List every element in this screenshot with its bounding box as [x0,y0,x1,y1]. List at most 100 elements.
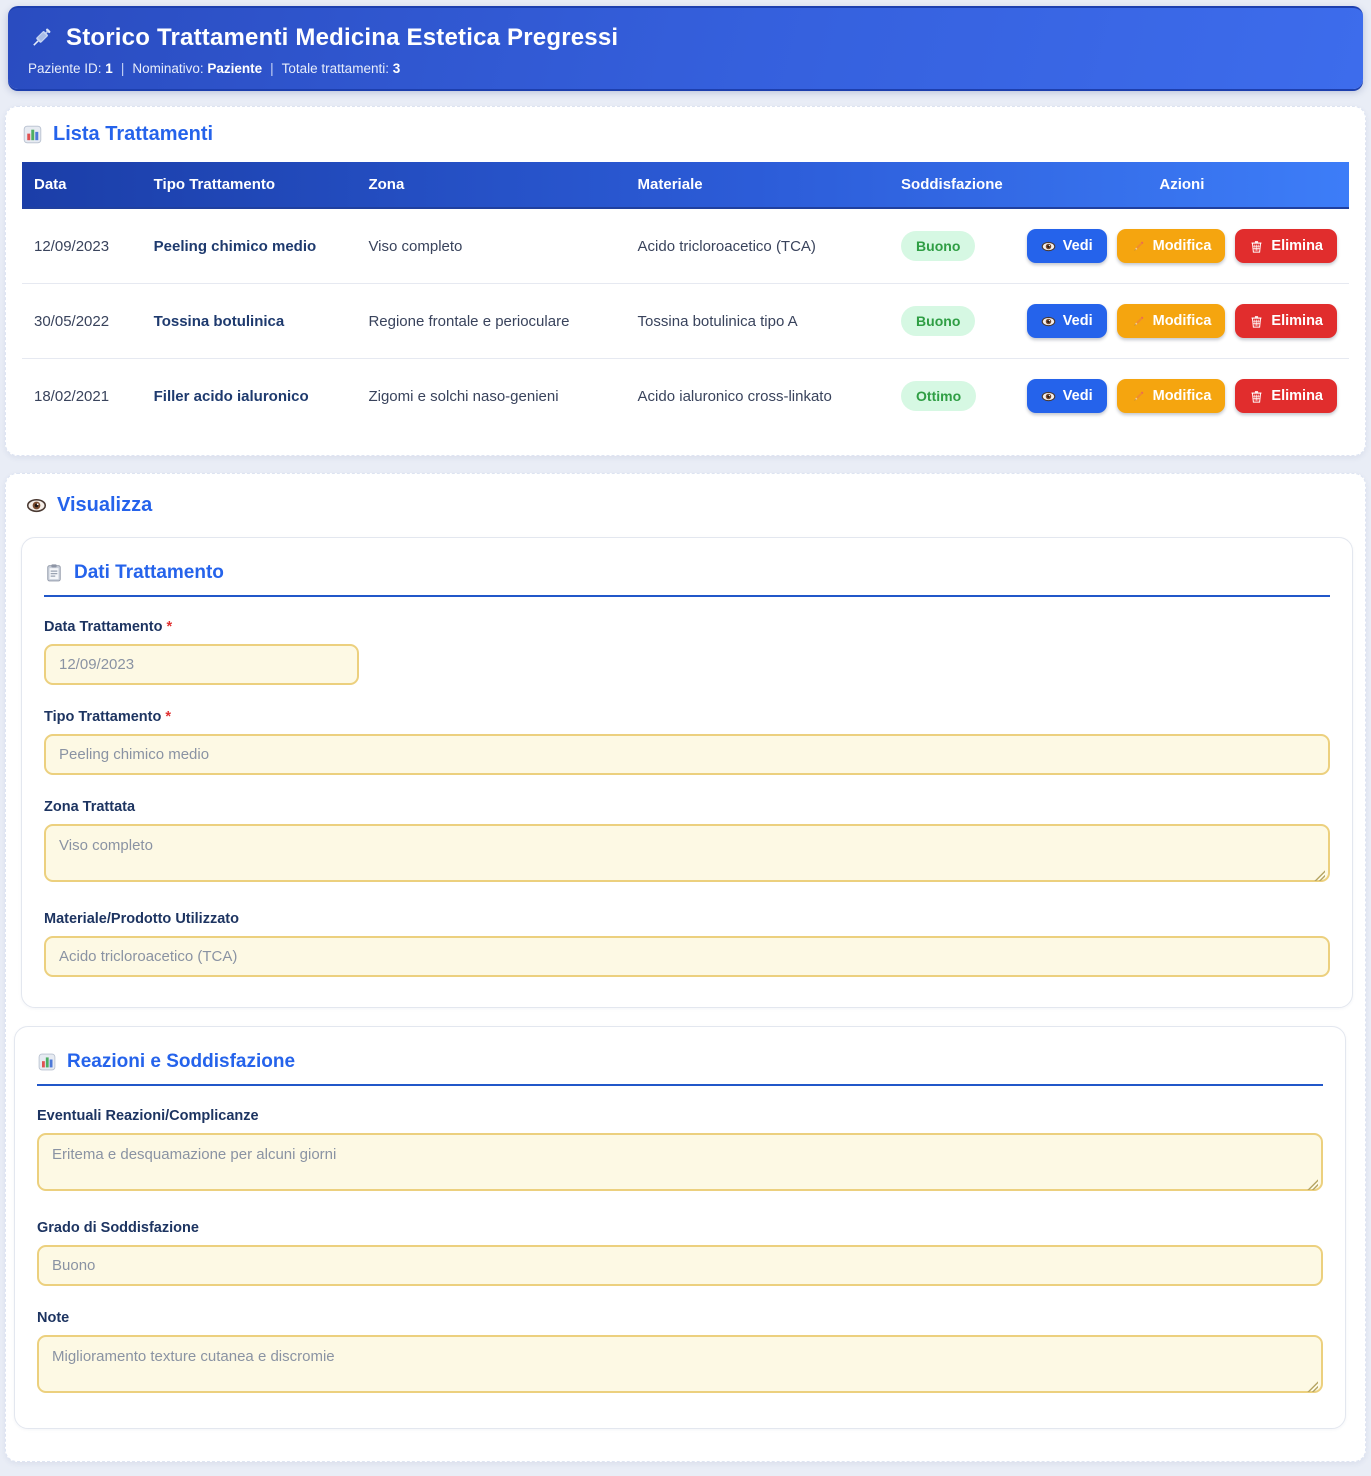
treatments-table: DataTipo TrattamentoZonaMaterialeSoddisf… [22,162,1349,433]
cell-soddisfazione: Ottimo [889,359,1015,434]
note-label: Note [37,1310,1323,1326]
delete-button[interactable]: Elimina [1235,379,1337,413]
view-button[interactable]: Vedi [1027,304,1107,338]
cell-data: 18/02/2021 [22,359,142,434]
cell-tipo-trattamento: Tossina botulinica [142,284,357,359]
required-asterisk: * [166,619,172,635]
column-header-tipo-trattamento: Tipo Trattamento [142,162,357,208]
field-materiale-prodotto: Materiale/Prodotto Utilizzato [44,911,1330,977]
cell-tipo-trattamento: Peeling chimico medio [142,208,357,284]
cell-zona: Regione frontale e perioculare [356,284,625,359]
field-zona-trattata: Zona Trattata Viso completo [44,799,1330,887]
meta-separator: | [270,61,274,76]
required-asterisk: * [165,709,171,725]
cell-soddisfazione: Buono [889,284,1015,359]
delete-button[interactable]: Elimina [1235,304,1337,338]
table-row: 18/02/2021 Filler acido ialuronico Zigom… [22,359,1349,434]
materiale-prodotto-label: Materiale/Prodotto Utilizzato [44,911,1330,927]
view-card: Visualizza Dati Trattamento Data Trattam… [5,473,1366,1462]
note-textarea[interactable]: Miglioramento texture cutanea e discromi… [37,1335,1323,1393]
view-section-title: Visualizza [6,494,1365,517]
pencil-icon [1131,389,1146,404]
cell-azioni: Vedi Modifica Elimina [1015,208,1349,284]
edit-button-label: Modifica [1153,388,1212,404]
field-reazioni-complicanze: Eventuali Reazioni/Complicanze Eritema e… [37,1108,1323,1196]
reazioni-complicanze-textarea[interactable]: Eritema e desquamazione per alcuni giorn… [37,1133,1323,1191]
edit-button-label: Modifica [1153,238,1212,254]
title-row: Storico Trattamenti Medicina Estetica Pr… [28,24,1343,52]
satisfaction-badge: Buono [901,306,975,336]
dati-trattamento-heading: Dati Trattamento [44,562,1330,597]
treatments-table-header: DataTipo TrattamentoZonaMaterialeSoddisf… [22,162,1349,208]
chart-icon [22,124,43,145]
field-tipo-trattamento: Tipo Trattamento * [44,709,1330,775]
app-header: Storico Trattamenti Medicina Estetica Pr… [8,6,1363,89]
cell-soddisfazione: Buono [889,208,1015,284]
cell-azioni: Vedi Modifica Elimina [1015,284,1349,359]
cell-materiale: Acido ialuronico cross-linkato [626,359,890,434]
zona-trattata-label: Zona Trattata [44,799,1330,815]
patient-info: Paziente ID: 1 | Nominativo: Paziente | Tota… [28,61,1343,76]
delete-button[interactable]: Elimina [1235,229,1337,263]
field-grado-soddisfazione: Grado di Soddisfazione [37,1220,1323,1286]
chart-icon [37,1052,57,1072]
satisfaction-badge: Buono [901,231,975,261]
patient-meta-item: Paziente ID: 1 [28,61,113,76]
table-row: 12/09/2023 Peeling chimico medio Viso co… [22,208,1349,284]
view-button[interactable]: Vedi [1027,229,1107,263]
reazioni-soddisfazione-heading: Reazioni e Soddisfazione [37,1051,1323,1086]
data-trattamento-input[interactable] [44,644,359,685]
materiale-prodotto-input[interactable] [44,936,1330,977]
view-button-label: Vedi [1063,388,1093,404]
view-button-label: Vedi [1063,238,1093,254]
trash-icon [1249,239,1264,254]
edit-button[interactable]: Modifica [1117,304,1226,338]
cell-azioni: Vedi Modifica Elimina [1015,359,1349,434]
pencil-icon [1131,239,1146,254]
view-section-label: Visualizza [57,494,152,517]
cell-data: 12/09/2023 [22,208,142,284]
reazioni-soddisfazione-card: Reazioni e Soddisfazione Eventuali Reazi… [14,1026,1346,1429]
page-title: Storico Trattamenti Medicina Estetica Pr… [66,24,618,52]
cell-materiale: Tossina botulinica tipo A [626,284,890,359]
cell-zona: Zigomi e solchi naso-genieni [356,359,625,434]
meta-separator: | [121,61,125,76]
reazioni-soddisfazione-title: Reazioni e Soddisfazione [67,1051,295,1073]
cell-tipo-trattamento: Filler acido ialuronico [142,359,357,434]
treatments-section-label: Lista Trattamenti [53,123,213,146]
patient-meta-item: Totale trattamenti: 3 [282,61,401,76]
cell-data: 30/05/2022 [22,284,142,359]
dati-trattamento-card: Dati Trattamento Data Trattamento * Tipo … [21,537,1353,1008]
tipo-trattamento-input[interactable] [44,734,1330,775]
trash-icon [1249,314,1264,329]
grado-soddisfazione-input[interactable] [37,1245,1323,1286]
delete-button-label: Elimina [1271,313,1323,329]
clipboard-icon [44,563,64,583]
eye-icon [1041,239,1056,254]
eye-icon [26,495,47,516]
satisfaction-badge: Ottimo [901,381,976,411]
column-header-zona: Zona [356,162,625,208]
column-header-soddisfazione: Soddisfazione [889,162,1015,208]
column-header-materiale: Materiale [626,162,890,208]
cell-zona: Viso completo [356,208,625,284]
grado-soddisfazione-label: Grado di Soddisfazione [37,1220,1323,1236]
edit-button[interactable]: Modifica [1117,379,1226,413]
trash-icon [1249,389,1264,404]
zona-trattata-textarea[interactable]: Viso completo [44,824,1330,882]
reazioni-complicanze-label: Eventuali Reazioni/Complicanze [37,1108,1323,1124]
view-button[interactable]: Vedi [1027,379,1107,413]
edit-button[interactable]: Modifica [1117,229,1226,263]
delete-button-label: Elimina [1271,238,1323,254]
field-note: Note Miglioramento texture cutanea e dis… [37,1310,1323,1398]
patient-meta-item: Nominativo: Paziente [132,61,262,76]
tipo-trattamento-label: Tipo Trattamento * [44,709,1330,725]
column-header-azioni: Azioni [1015,162,1349,208]
delete-button-label: Elimina [1271,388,1323,404]
table-row: 30/05/2022 Tossina botulinica Regione fr… [22,284,1349,359]
data-trattamento-label: Data Trattamento * [44,619,1330,635]
eye-icon [1041,314,1056,329]
pencil-icon [1131,314,1146,329]
eye-icon [1041,389,1056,404]
dati-trattamento-title: Dati Trattamento [74,562,224,584]
